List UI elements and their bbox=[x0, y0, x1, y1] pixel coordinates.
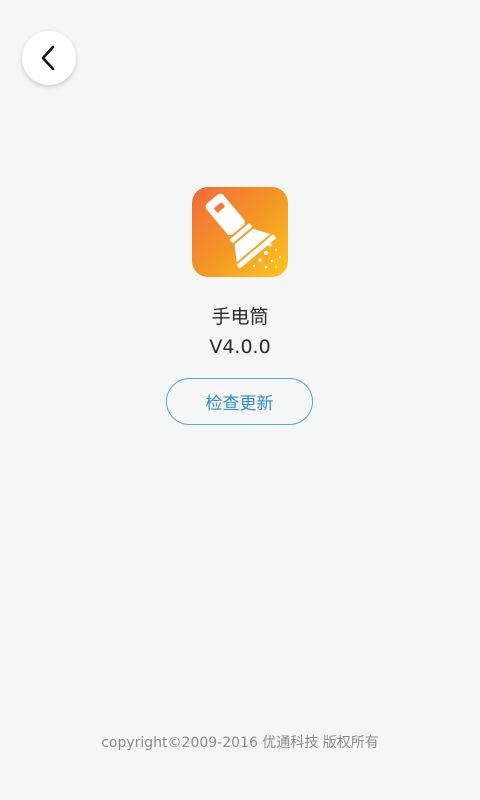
chevron-left-icon bbox=[41, 45, 55, 71]
app-version: V4.0.0 bbox=[209, 336, 271, 358]
check-update-label: 检查更新 bbox=[205, 394, 274, 414]
flashlight-icon bbox=[205, 193, 281, 269]
copyright-text: copyright©2009-2016 优通科技 版权所有 bbox=[101, 735, 379, 751]
app-name: 手电筒 bbox=[211, 306, 269, 328]
check-update-button[interactable]: 检查更新 bbox=[166, 378, 313, 425]
back-button[interactable] bbox=[22, 31, 76, 85]
app-icon bbox=[192, 187, 288, 277]
